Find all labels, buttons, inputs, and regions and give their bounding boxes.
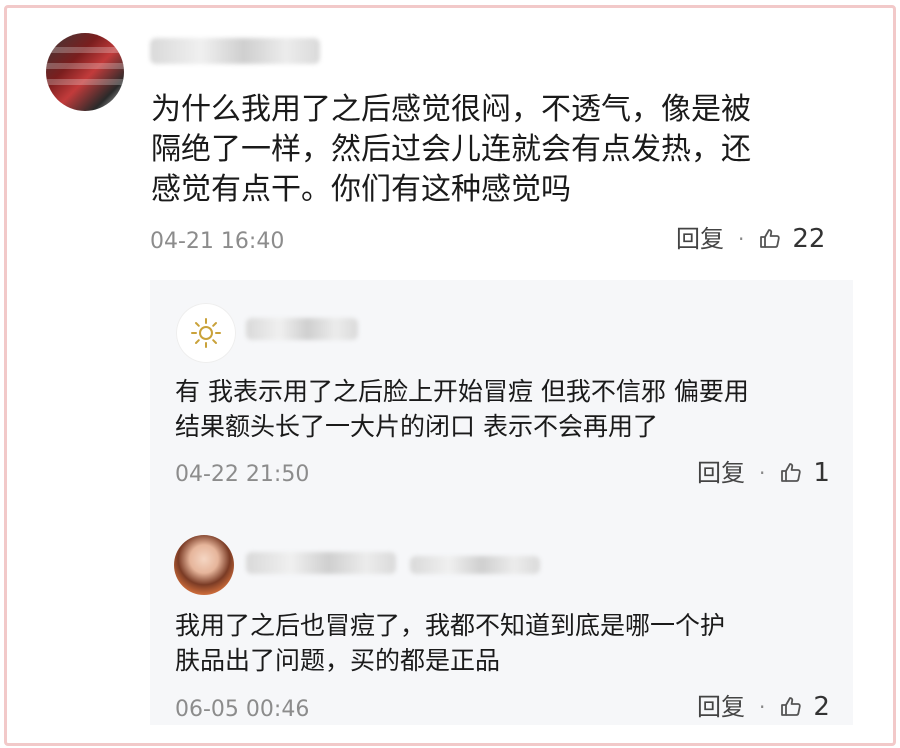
reply-text: 有 我表示用了之后脸上开始冒痘 但我不信邪 偏要用 结果额头长了一大片的闭口 表…: [175, 374, 749, 444]
reply-text: 我用了之后也冒痘了，我都不知道到底是哪一个护 肤品出了问题，买的都是正品: [175, 608, 725, 678]
avatar[interactable]: [46, 33, 124, 111]
separator-dot: ·: [738, 227, 745, 251]
username-blurred[interactable]: [246, 552, 396, 574]
sun-icon: [191, 318, 221, 348]
separator-dot: ·: [759, 461, 766, 485]
reply-timestamp: 04-22 21:50: [175, 462, 310, 487]
comment-line: 为什么我用了之后感觉很闷，不透气，像是被: [151, 92, 751, 127]
like-count: 1: [813, 458, 830, 488]
thumbs-up-icon: [781, 463, 802, 482]
reply-line: 有 我表示用了之后脸上开始冒痘 但我不信邪 偏要用: [175, 377, 749, 406]
reply-button[interactable]: 回复: [676, 224, 724, 254]
username-blurred[interactable]: [246, 318, 358, 340]
comment-timestamp: 04-21 16:40: [150, 229, 285, 254]
comment-line: 隔绝了一样，然后过会儿连就会有点发热，还: [151, 132, 751, 167]
reply-actions: 回复 · 2: [697, 692, 830, 722]
reply-to-blurred: [410, 556, 540, 574]
like-button[interactable]: 22: [758, 224, 825, 254]
avatar[interactable]: [174, 535, 234, 595]
avatar[interactable]: [176, 303, 236, 363]
thumbs-up-icon: [760, 229, 781, 248]
like-button[interactable]: 2: [779, 692, 830, 722]
comment-actions: 回复 · 22: [676, 224, 825, 254]
reply-line: 结果额头长了一大片的闭口 表示不会再用了: [175, 412, 658, 441]
reply-button[interactable]: 回复: [697, 458, 745, 488]
comment-line: 感觉有点干。你们有这种感觉吗: [151, 172, 571, 207]
username-blurred[interactable]: [150, 38, 320, 64]
reply-actions: 回复 · 1: [697, 458, 830, 488]
like-count: 2: [813, 692, 830, 722]
reply-line: 肤品出了问题，买的都是正品: [175, 646, 501, 675]
like-count: 22: [792, 224, 826, 254]
reply-line: 我用了之后也冒痘了，我都不知道到底是哪一个护: [175, 611, 726, 640]
separator-dot: ·: [759, 695, 766, 719]
reply-timestamp: 06-05 00:46: [175, 697, 310, 722]
reply-button[interactable]: 回复: [697, 692, 745, 722]
like-button[interactable]: 1: [779, 458, 830, 488]
comment-text: 为什么我用了之后感觉很闷，不透气，像是被 隔绝了一样，然后过会儿连就会有点发热，…: [151, 90, 751, 210]
thumbs-up-icon: [781, 697, 802, 716]
